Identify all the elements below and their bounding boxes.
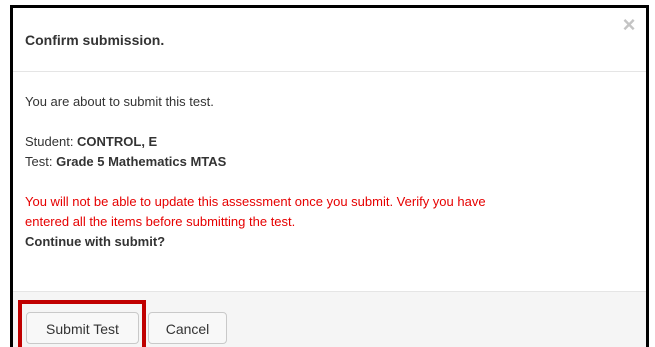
cancel-button[interactable]: Cancel	[148, 312, 227, 344]
student-label: Student:	[25, 134, 78, 149]
submit-test-button[interactable]: Submit Test	[26, 312, 139, 344]
dialog-title: Confirm submission.	[25, 32, 165, 48]
confirm-submission-dialog: Confirm submission. × You are about to s…	[10, 5, 649, 347]
test-label: Test:	[25, 154, 57, 169]
dialog-footer: Submit Test Cancel	[13, 291, 646, 347]
test-line: Test: Grade 5 Mathematics MTAS	[25, 152, 634, 172]
intro-text: You are about to submit this test.	[25, 94, 214, 109]
continue-prompt: Continue with submit?	[25, 234, 166, 249]
dialog-body: You are about to submit this test. Stude…	[25, 92, 634, 252]
student-value: CONTROL, E	[77, 134, 158, 149]
close-icon[interactable]: ×	[618, 14, 640, 36]
test-value: Grade 5 Mathematics MTAS	[56, 154, 227, 169]
student-line: Student: CONTROL, E	[25, 132, 634, 152]
dialog-header: Confirm submission. ×	[13, 8, 646, 72]
warning-text-line-2: entered all the items before submitting …	[25, 214, 296, 229]
warning-text-line-1: You will not be able to update this asse…	[25, 194, 486, 209]
